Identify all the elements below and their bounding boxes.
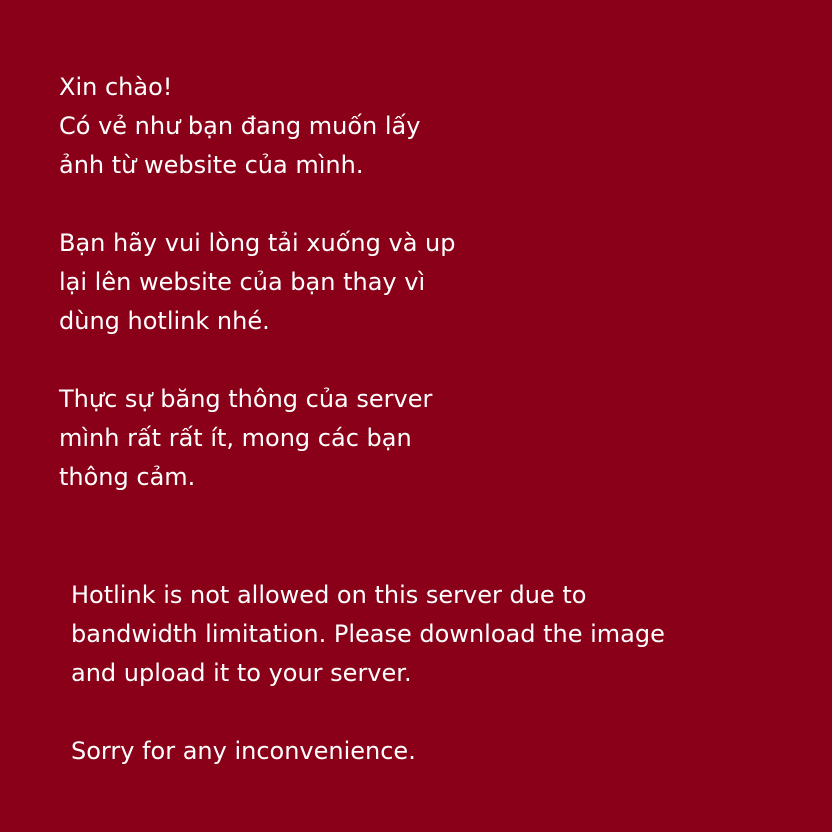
english-message: Hotlink is not allowed on this server du…: [71, 576, 665, 771]
en-line: Hotlink is not allowed on this server du…: [71, 581, 587, 609]
vi-paragraph-greeting: Xin chào! Có vẻ như bạn đang muốn lấy ản…: [59, 68, 455, 185]
vi-line: Có vẻ như bạn đang muốn lấy: [59, 112, 421, 140]
vi-paragraph-request: Bạn hãy vui lòng tải xuống và up lại lên…: [59, 224, 455, 341]
vi-line: thông cảm.: [59, 463, 196, 491]
en-line: Sorry for any inconvenience.: [71, 737, 416, 765]
hotlink-notice-page: { "colors": { "background": "#8a0019", "…: [0, 0, 832, 832]
en-paragraph-apology: Sorry for any inconvenience.: [71, 732, 665, 771]
vi-line: dùng hotlink nhé.: [59, 307, 270, 335]
vi-paragraph-apology: Thực sự băng thông của server mình rất r…: [59, 380, 455, 497]
vi-line: Bạn hãy vui lòng tải xuống và up: [59, 229, 456, 257]
en-line: bandwidth limitation. Please download th…: [71, 620, 665, 648]
vietnamese-message: Xin chào! Có vẻ như bạn đang muốn lấy ản…: [59, 68, 455, 497]
vi-line: Xin chào!: [59, 73, 173, 101]
en-line: and upload it to your server.: [71, 659, 412, 687]
vi-line: lại lên website của bạn thay vì: [59, 268, 426, 296]
vi-line: Thực sự băng thông của server: [59, 385, 433, 413]
vi-line: mình rất rất ít, mong các bạn: [59, 424, 412, 452]
vi-line: ảnh từ website của mình.: [59, 151, 364, 179]
en-paragraph-notice: Hotlink is not allowed on this server du…: [71, 576, 665, 693]
